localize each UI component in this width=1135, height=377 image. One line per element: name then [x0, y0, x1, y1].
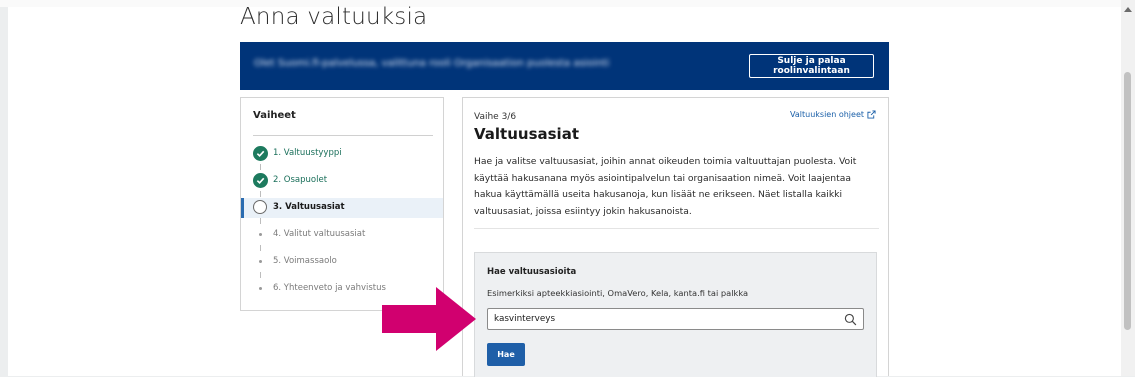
steps-divider	[253, 135, 433, 136]
step-connector	[260, 218, 261, 224]
steps-title: Vaiheet	[253, 110, 296, 121]
dot-icon	[259, 287, 262, 290]
help-link-label: Valtuuksien ohjeet	[790, 110, 864, 119]
search-label: Hae valtuusasioita	[487, 267, 577, 277]
step-1[interactable]: 1. Valtuustyyppi	[241, 144, 443, 164]
search-section: Hae valtuusasioita Esimerkiksi apteekkia…	[474, 252, 877, 377]
step-label: 2. Osapuolet	[273, 175, 328, 185]
step-label: 1. Valtuustyyppi	[273, 148, 342, 158]
role-banner: Olet Suomi.fi-palvelussa, valittuna rool…	[240, 42, 889, 90]
arrow-annotation-icon	[382, 287, 476, 351]
step-label: 6. Yhteenveto ja vahvistus	[273, 283, 386, 293]
browser-top-strip	[0, 0, 1135, 7]
banner-role-text: Olet Suomi.fi-palvelussa, valittuna rool…	[254, 58, 610, 69]
dot-icon	[259, 260, 262, 263]
card-description: Hae ja valitse valtuusasiat, joihin anna…	[474, 156, 857, 217]
step-connector	[260, 191, 261, 197]
valtuusasiat-card: Vaihe 3/6 Valtuuksien ohjeet Valtuusasia…	[462, 97, 889, 377]
step-connector	[260, 272, 261, 278]
current-step-indicator	[241, 198, 244, 218]
step-label: 5. Voimassaolo	[273, 256, 337, 266]
scroll-up-arrow-icon[interactable]	[1124, 7, 1132, 12]
card-divider	[474, 228, 879, 229]
steps-panel: Vaiheet 1. Valtuustyyppi 2. Osapuolet 3.…	[240, 97, 444, 311]
dot-icon	[259, 233, 262, 236]
step-label: 3. Valtuusasiat	[273, 202, 345, 212]
search-icon[interactable]	[844, 313, 857, 326]
search-input-value: kasvinterveys	[494, 314, 556, 324]
circle-icon	[253, 200, 267, 214]
scrollbar-thumb[interactable]	[1124, 72, 1131, 330]
card-title: Valtuusasiat	[474, 125, 579, 143]
page-title: Anna valtuuksia	[240, 4, 428, 30]
step-connector	[260, 164, 261, 170]
step-3-current: 3. Valtuusasiat	[241, 198, 443, 218]
step-5: 5. Voimassaolo	[241, 252, 443, 272]
step-2[interactable]: 2. Osapuolet	[241, 171, 443, 191]
phase-indicator: Vaihe 3/6	[474, 112, 517, 122]
help-link[interactable]: Valtuuksien ohjeet	[790, 110, 876, 119]
step-connector	[260, 245, 261, 251]
search-hint: Esimerkiksi apteekkiasiointi, OmaVero, K…	[487, 288, 749, 298]
close-and-return-button[interactable]: Sulje ja palaa roolinvalintaan	[749, 54, 874, 78]
search-button[interactable]: Hae	[487, 343, 525, 366]
step-label: 4. Valitut valtuusasiat	[273, 229, 366, 239]
external-link-icon	[867, 110, 876, 119]
step-4: 4. Valitut valtuusasiat	[241, 225, 443, 245]
search-input[interactable]: kasvinterveys	[487, 308, 864, 330]
check-icon	[253, 173, 268, 188]
check-icon	[253, 146, 268, 161]
